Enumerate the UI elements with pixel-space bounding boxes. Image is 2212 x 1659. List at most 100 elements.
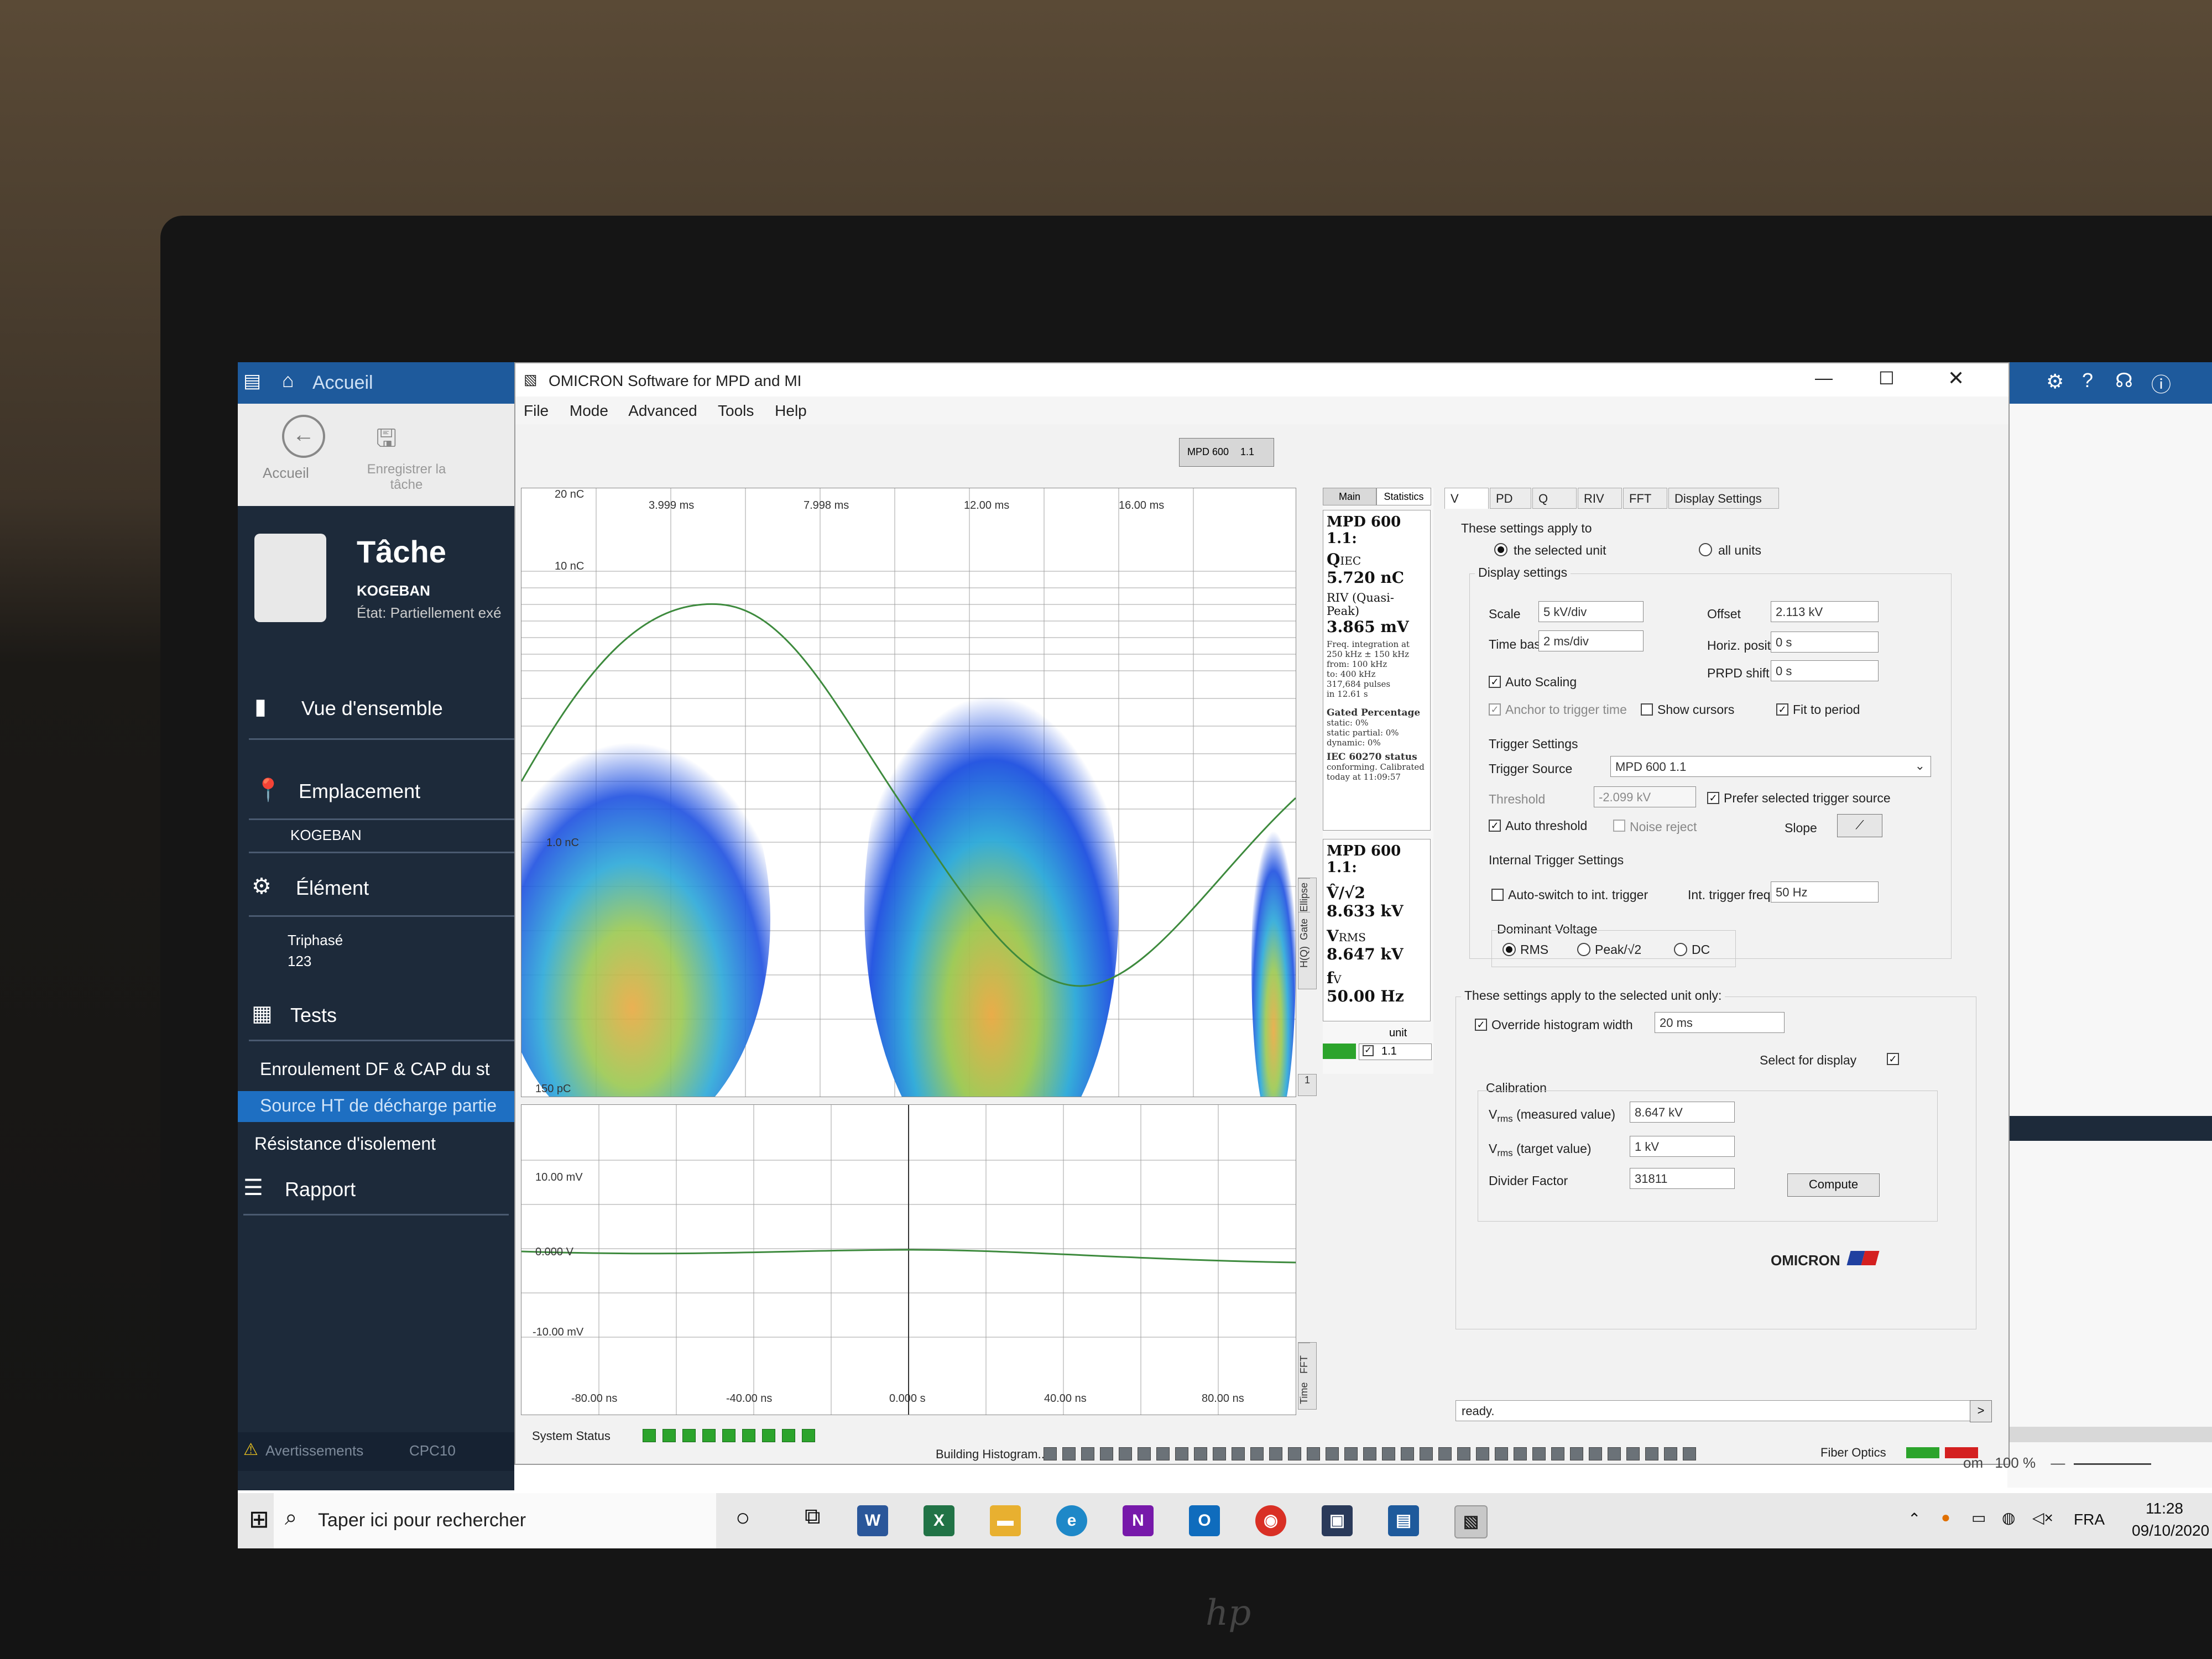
chrome-icon[interactable]: ◉ — [1255, 1505, 1286, 1536]
network-icon[interactable]: ◍ — [2002, 1509, 2015, 1527]
menu-mode[interactable]: Mode — [570, 402, 608, 419]
tab-time[interactable]: Time — [1298, 1374, 1310, 1404]
taskbar-search[interactable]: ⌕ Taper ici pour rechercher — [274, 1493, 716, 1548]
windows-start-icon[interactable]: ⊞ — [249, 1505, 269, 1533]
test-item-3[interactable]: Résistance d'isolement — [254, 1134, 436, 1154]
right-scrollbar[interactable] — [2007, 1427, 2212, 1442]
menu-advanced[interactable]: Advanced — [628, 402, 697, 419]
vrms-measured-field[interactable]: 8.647 kV — [1630, 1102, 1735, 1123]
menu-help[interactable]: Help — [775, 402, 807, 419]
horiz-position-field[interactable]: 0 s — [1771, 632, 1879, 653]
unit-checkbox[interactable]: ✓ — [1363, 1045, 1374, 1056]
tab-display-settings[interactable]: Display Settings — [1668, 488, 1779, 509]
volume-icon[interactable]: ◁× — [2032, 1509, 2053, 1527]
prefer-trigger-checkbox[interactable]: ✓ — [1707, 792, 1719, 804]
remote-app-icon[interactable]: ▣ — [1322, 1505, 1353, 1536]
outlook-icon[interactable]: O — [1189, 1505, 1220, 1536]
home-icon[interactable]: ⌂ — [282, 369, 294, 392]
show-cursors-checkbox[interactable] — [1641, 703, 1653, 716]
threshold-field[interactable]: -2.099 kV — [1594, 786, 1696, 807]
onenote-icon[interactable]: N — [1123, 1505, 1154, 1536]
auto-threshold-checkbox[interactable]: ✓ — [1489, 820, 1501, 832]
home-ribbon-label[interactable]: Accueil — [263, 465, 309, 482]
save-icon[interactable]: 🖫 — [376, 420, 397, 462]
radio-peak[interactable] — [1577, 943, 1590, 956]
auto-switch-checkbox[interactable] — [1491, 889, 1504, 901]
vrms-target-field[interactable]: 1 kV — [1630, 1136, 1735, 1157]
word-icon[interactable]: W — [857, 1505, 888, 1536]
language-indicator[interactable]: FRA — [2074, 1511, 2105, 1528]
compute-button[interactable]: Compute — [1787, 1173, 1880, 1197]
tab-riv[interactable]: RIV — [1578, 488, 1622, 509]
nav-overview[interactable]: Vue d'ensemble — [301, 697, 443, 720]
scale-field[interactable]: 5 kV/div — [1538, 601, 1644, 622]
close-button[interactable]: ✕ — [1948, 367, 1964, 390]
tray-app-icon[interactable]: ● — [1941, 1509, 1950, 1526]
select-display-checkbox[interactable]: ✓ — [1887, 1053, 1899, 1065]
divider-factor-field[interactable]: 31811 — [1630, 1168, 1735, 1189]
radio-all-units[interactable] — [1699, 543, 1712, 556]
trigger-source-select[interactable]: MPD 600 1.1 ⌄ — [1610, 756, 1931, 777]
warnings-label[interactable]: Avertissements — [265, 1442, 363, 1459]
nav-report[interactable]: Rapport — [285, 1178, 356, 1201]
clock-date[interactable]: 09/10/2020 — [2132, 1522, 2209, 1540]
tab-q[interactable]: Q — [1532, 488, 1577, 509]
nav-location[interactable]: Emplacement — [299, 780, 420, 803]
tray-chevron-up-icon[interactable]: ⌃ — [1908, 1510, 1921, 1528]
excel-icon[interactable]: X — [924, 1505, 954, 1536]
device-label[interactable]: CPC10 — [409, 1442, 456, 1459]
prpd-plot[interactable]: 20 nC 10 nC 1.0 nC 150 pC 3.999 ms 7.998… — [521, 488, 1296, 1097]
anchor-checkbox[interactable]: ✓ — [1489, 703, 1501, 716]
menu-tools[interactable]: Tools — [718, 402, 754, 419]
test-universe-icon[interactable]: ▤ — [1388, 1505, 1419, 1536]
save-task-label[interactable]: Enregistrer la tâche — [351, 462, 462, 493]
tab-gate[interactable]: Gate — [1298, 912, 1310, 940]
device-badge[interactable]: MPD 600 1.1 — [1179, 438, 1274, 467]
prpd-shift-field[interactable]: 0 s — [1771, 660, 1879, 681]
back-icon[interactable]: ← — [282, 415, 325, 458]
fit-period-checkbox[interactable]: ✓ — [1776, 703, 1788, 716]
radio-selected-unit[interactable] — [1494, 543, 1507, 556]
noise-reject-checkbox[interactable] — [1613, 820, 1625, 832]
file-explorer-icon[interactable]: ▬ — [990, 1505, 1021, 1536]
gear-icon[interactable]: ⚙ — [2046, 370, 2064, 393]
app-menu-icon[interactable]: ▤ — [243, 370, 261, 392]
tab-one[interactable]: 1 — [1298, 1074, 1317, 1096]
tab-histogram[interactable]: H(Q) — [1298, 940, 1310, 968]
slope-rising-button[interactable]: ⟋ — [1837, 814, 1882, 837]
tab-fft[interactable]: FFT — [1623, 488, 1667, 509]
override-hist-checkbox[interactable]: ✓ — [1475, 1019, 1487, 1031]
info-icon[interactable]: ⓘ — [2151, 369, 2171, 398]
unit-row[interactable]: ✓ 1.1 — [1359, 1044, 1432, 1060]
cortana-icon[interactable]: ○ — [735, 1504, 750, 1532]
timebase-field[interactable]: 2 ms/div — [1538, 630, 1644, 651]
test-item-1[interactable]: Enroulement DF & CAP du st — [260, 1059, 490, 1079]
tab-main[interactable]: Main — [1323, 488, 1376, 505]
expand-arrow-button[interactable]: > — [1970, 1400, 1992, 1422]
int-freq-field[interactable]: 50 Hz — [1771, 881, 1879, 902]
tab-fft[interactable]: FFT — [1298, 1343, 1310, 1374]
tab-v[interactable]: V — [1444, 488, 1489, 509]
scope-plot[interactable]: 10.00 mV 0.000 V -10.00 mV -80.00 ns -40… — [521, 1104, 1296, 1415]
tab-ellipse[interactable]: Ellipse — [1298, 878, 1310, 912]
menu-file[interactable]: File — [524, 402, 549, 419]
radio-rms[interactable] — [1503, 943, 1516, 956]
task-view-icon[interactable]: ⧉ — [805, 1504, 821, 1529]
offset-field[interactable]: 2.113 kV — [1771, 601, 1879, 622]
nav-tests[interactable]: Tests — [290, 1004, 337, 1027]
test-item-2[interactable]: Source HT de décharge partie — [260, 1095, 497, 1116]
override-hist-field[interactable]: 20 ms — [1655, 1012, 1785, 1033]
help-icon[interactable]: ? — [2082, 369, 2093, 392]
tab-statistics[interactable]: Statistics — [1376, 488, 1431, 505]
auto-scaling-checkbox[interactable]: ✓ — [1489, 676, 1501, 688]
omicron-app-icon[interactable]: ▧ — [1454, 1505, 1488, 1538]
nav-element[interactable]: Élément — [296, 877, 369, 900]
maximize-button[interactable]: ☐ — [1879, 368, 1895, 389]
tab-pd[interactable]: PD — [1490, 488, 1531, 509]
battery-icon[interactable]: ▭ — [1971, 1509, 1986, 1527]
zoom-slider[interactable] — [2073, 1463, 2151, 1465]
minimize-button[interactable]: — — [1815, 368, 1833, 388]
clock-time[interactable]: 11:28 — [2146, 1500, 2183, 1517]
zoom-out-icon[interactable]: — — [2051, 1454, 2065, 1471]
radio-dc[interactable] — [1674, 943, 1687, 956]
